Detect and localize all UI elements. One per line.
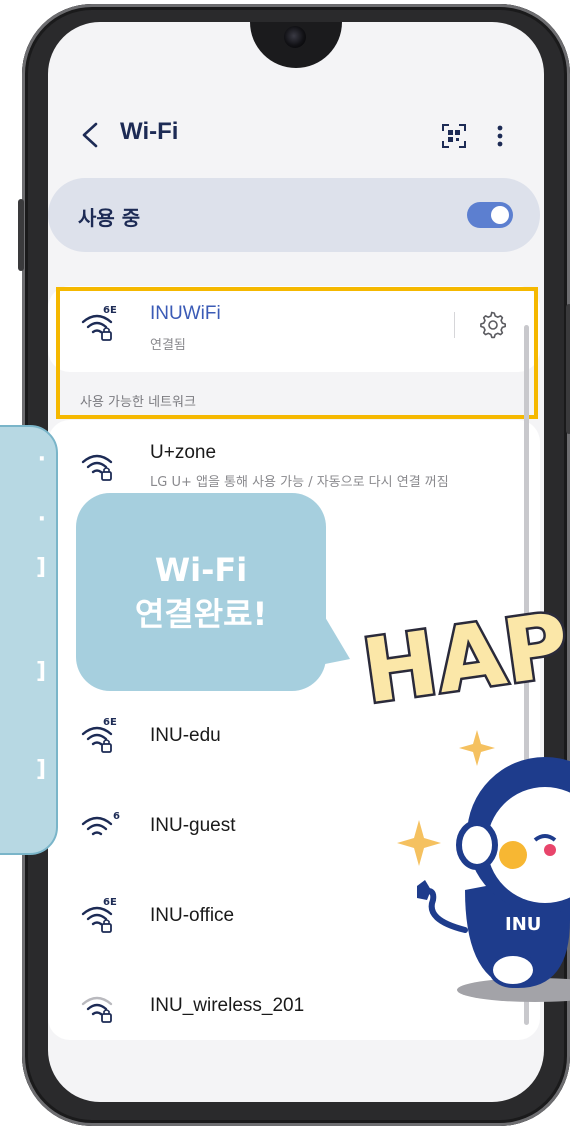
wifi-lock-icon (81, 454, 113, 481)
network-name[interactable]: INU_wireless_201 (150, 995, 304, 1017)
wifi-badge: 6 (113, 811, 120, 822)
network-subtext: LG U+ 앱을 통해 사용 가능 / 자동으로 다시 연결 꺼짐 (150, 475, 449, 490)
left-speech-bubble: · · ] ] ] (0, 425, 58, 855)
left-bubble-mark: ] (35, 555, 46, 580)
bubble-line-1: Wi-Fi (154, 551, 248, 589)
qr-scan-icon[interactable] (440, 122, 468, 150)
wifi-toggle[interactable] (467, 202, 513, 228)
left-bubble-mark: · (37, 507, 46, 532)
front-camera (284, 26, 306, 48)
volume-button (18, 199, 24, 271)
happy-lettering: HAP (360, 600, 570, 720)
svg-text:HAP: HAP (360, 600, 570, 720)
left-bubble-mark: ] (35, 757, 46, 782)
network-name[interactable]: INU-edu (150, 725, 221, 747)
power-button (566, 304, 570, 434)
network-name[interactable]: INU-office (150, 905, 234, 927)
lion-mascot: INU (397, 730, 570, 1002)
usage-label: 사용 중 (78, 206, 141, 230)
wifi-lock-icon (81, 996, 113, 1023)
left-bubble-mark: ] (35, 659, 46, 684)
bubble-line-2: 연결완료! (134, 595, 268, 633)
wifi-badge: 6E (103, 717, 117, 728)
more-icon[interactable] (490, 122, 510, 150)
page-title: Wi-Fi (120, 118, 179, 145)
network-name[interactable]: U+zone (150, 442, 216, 464)
back-icon[interactable] (78, 120, 104, 150)
svg-text:INU: INU (505, 914, 541, 935)
toggle-knob (491, 206, 509, 224)
left-bubble-mark: · (37, 447, 46, 472)
wifi-badge: 6E (103, 897, 117, 908)
highlight-box (56, 287, 538, 419)
network-name[interactable]: INU-guest (150, 815, 236, 837)
wifi-master-toggle-row[interactable]: 사용 중 (48, 178, 540, 252)
